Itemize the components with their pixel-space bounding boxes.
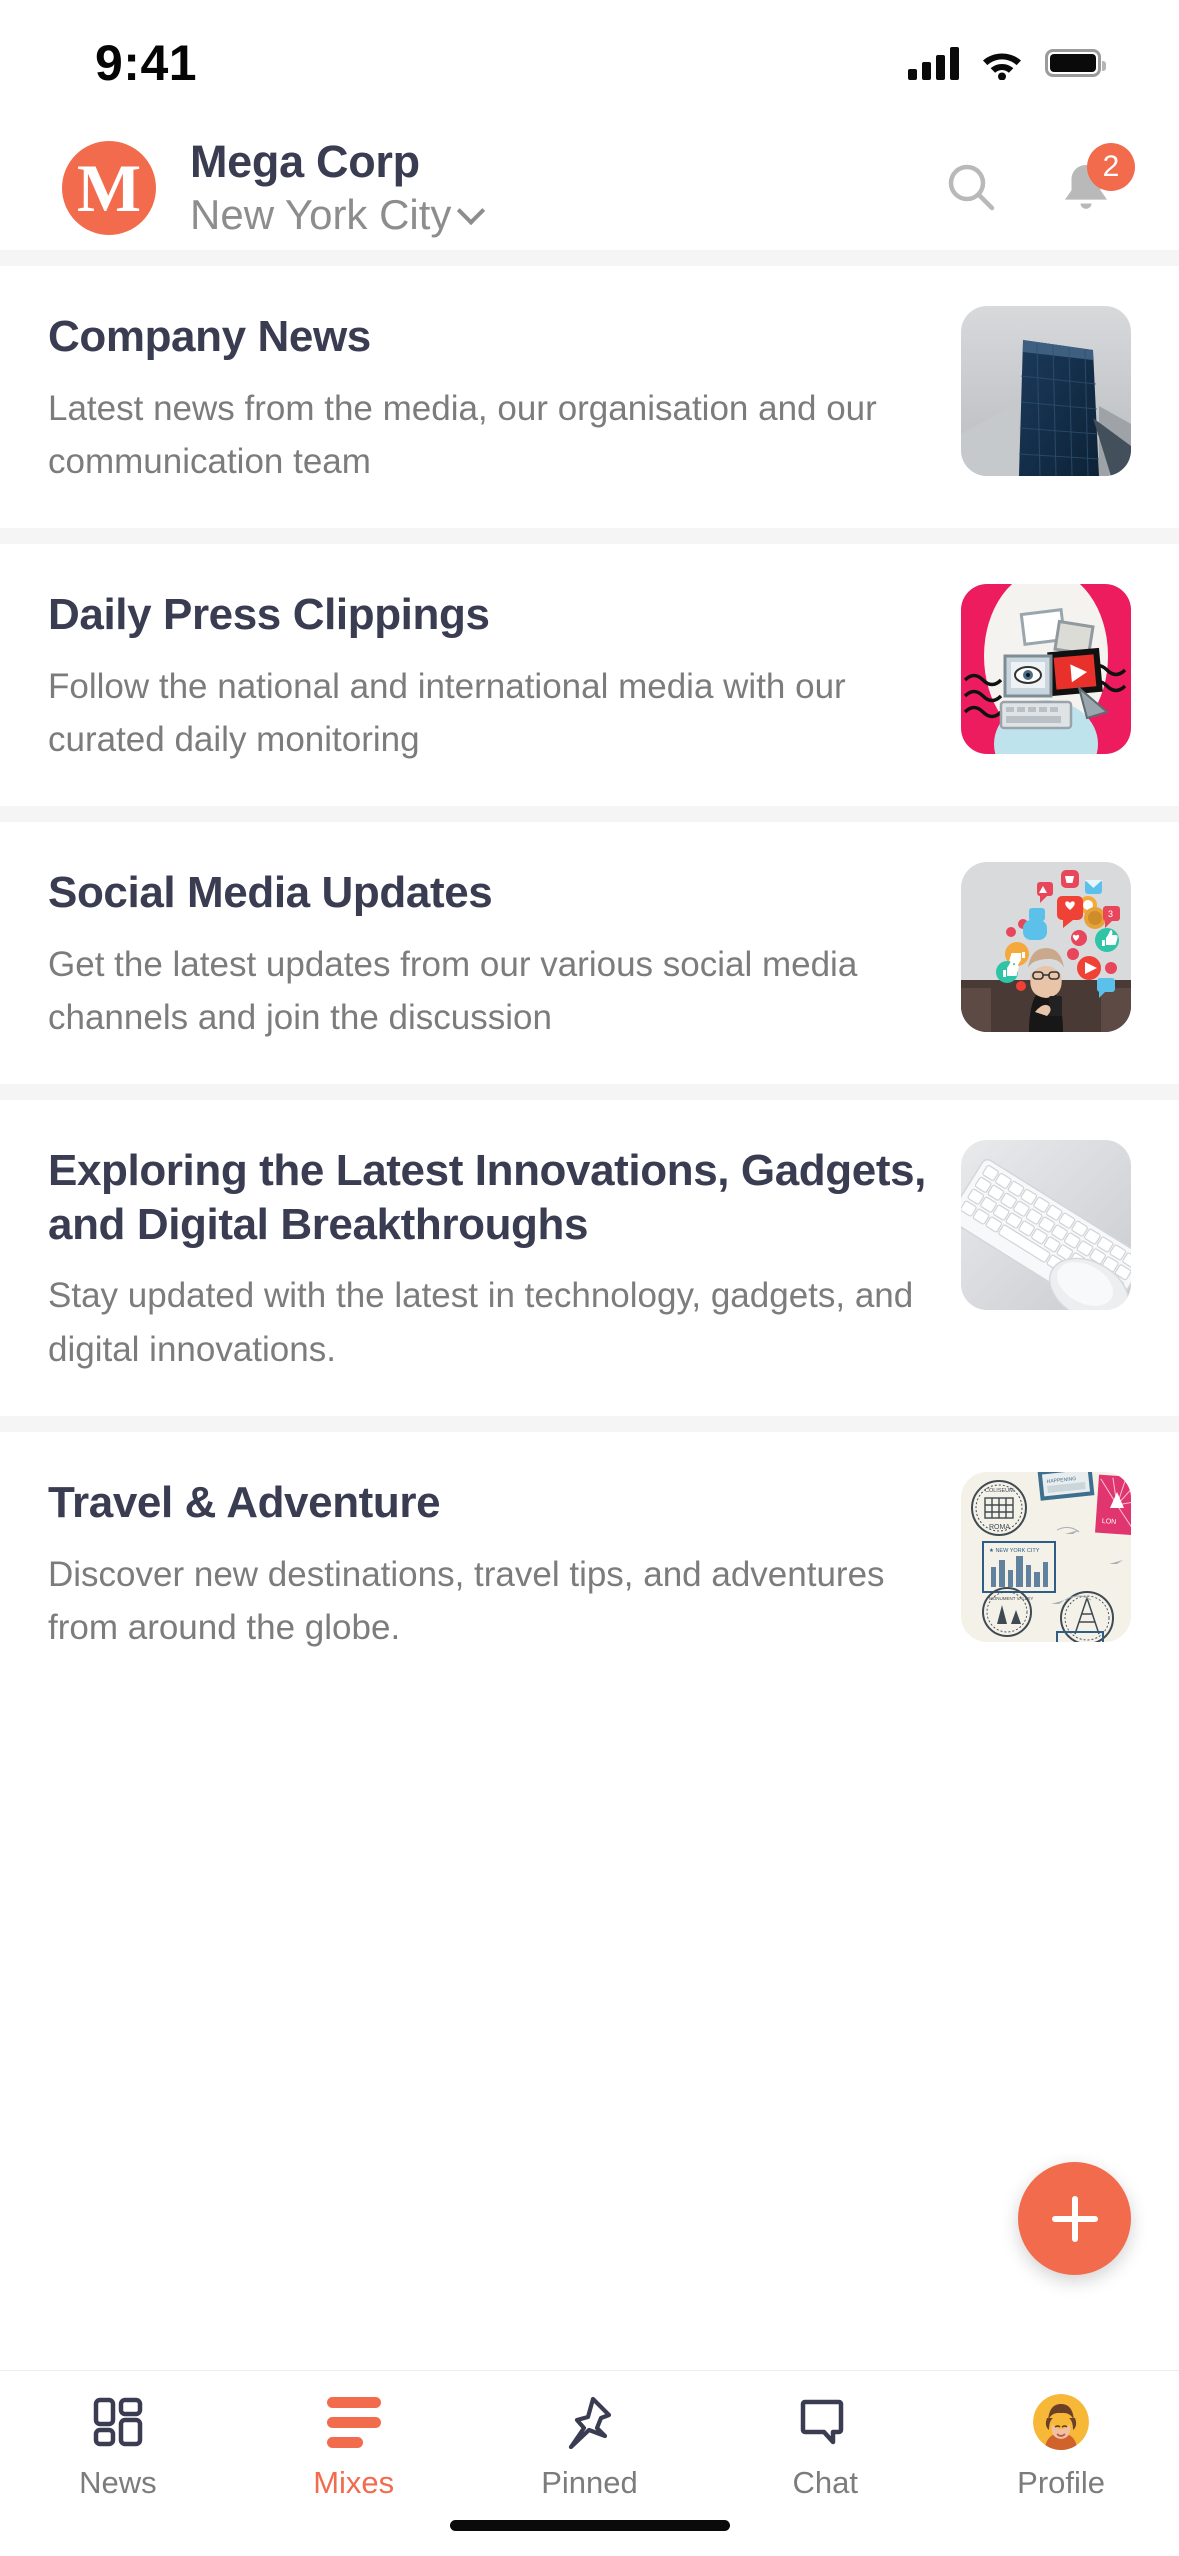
list-item-text: Company News Latest news from the media,… (48, 306, 941, 488)
battery-icon (1045, 48, 1106, 77)
list-item[interactable]: Exploring the Latest Innovations, Gadget… (0, 1100, 1179, 1416)
list-item-title: Daily Press Clippings (48, 590, 490, 640)
social-media-woman-photo: 3 (961, 862, 1131, 1033)
list-item[interactable]: Social Media Updates Get the latest upda… (0, 822, 1179, 1085)
status-bar-time: 9:41 (95, 34, 198, 91)
cellular-signal-icon (908, 46, 959, 80)
list-item-description: Stay updated with the latest in technolo… (48, 1276, 914, 1369)
grid-icon (92, 2393, 144, 2451)
tab-profile[interactable]: Profile (943, 2393, 1179, 2501)
create-fab-button[interactable] (1018, 2162, 1131, 2275)
list-item-text: Daily Press Clippings Follow the nationa… (48, 584, 941, 766)
list-item[interactable]: Company News Latest news from the media,… (0, 266, 1179, 529)
svg-text:3: 3 (1108, 909, 1113, 919)
status-bar: 9:41 (0, 0, 1179, 125)
list-item[interactable]: Travel & Adventure Discover new destinat… (0, 1431, 1179, 1694)
list-divider (0, 806, 1179, 823)
company-logo[interactable]: M (62, 140, 156, 235)
search-button[interactable] (941, 157, 1003, 219)
keyboard-photo (961, 1140, 1131, 1311)
svg-text:LON: LON (1102, 1518, 1117, 1526)
press-collage-photo (961, 584, 1131, 755)
home-indicator-area (0, 2494, 1179, 2556)
status-bar-indicators (908, 46, 1106, 80)
svg-text:ROMA: ROMA (989, 1524, 1010, 1531)
location-selector[interactable]: New York City (190, 191, 941, 239)
notifications-button[interactable]: 2 (1055, 142, 1135, 219)
svg-text:COLISEUM: COLISEUM (985, 1488, 1014, 1494)
avatar (1033, 2394, 1090, 2450)
page-title: Mega Corp (190, 135, 420, 187)
tab-mixes[interactable]: Mixes (236, 2393, 472, 2501)
tab-news[interactable]: News (0, 2393, 236, 2501)
list-item[interactable]: Daily Press Clippings Follow the nationa… (0, 544, 1179, 807)
list-divider (0, 250, 1179, 266)
search-icon (948, 164, 995, 210)
list-item-description: Discover new destinations, travel tips, … (48, 1554, 885, 1647)
list-item-title: Exploring the Latest Innovations, Gadget… (48, 1146, 926, 1249)
travel-stamps-photo: HAPPENING LON COLISEUM ROMA ★ NEW YORK C… (961, 1471, 1131, 1642)
list-item-text: Travel & Adventure Discover new destinat… (48, 1472, 941, 1654)
list-item-text: Exploring the Latest Innovations, Gadget… (48, 1140, 941, 1376)
list-item-title: Travel & Adventure (48, 1477, 441, 1527)
app-screen: 9:41 M Mega Corp New York City 2 Company… (0, 0, 1179, 2556)
list-divider (0, 1415, 1179, 1432)
svg-text:★ NEW YORK CITY: ★ NEW YORK CITY (989, 1547, 1040, 1554)
app-header: M Mega Corp New York City 2 (0, 125, 1179, 250)
brand-block: Mega Corp New York City (190, 137, 941, 239)
skyscraper-photo (961, 306, 1131, 476)
list-item-text: Social Media Updates Get the latest upda… (48, 862, 941, 1044)
pin-icon (563, 2393, 615, 2451)
list-item-description: Latest news from the media, our organisa… (48, 388, 877, 481)
mixes-list[interactable]: Company News Latest news from the media,… (0, 250, 1179, 2370)
tab-chat[interactable]: Chat (707, 2393, 943, 2501)
list-item-description: Get the latest updates from our various … (48, 944, 858, 1037)
list-divider (0, 1084, 1179, 1101)
list-item-title: Social Media Updates (48, 868, 493, 918)
list-divider (0, 528, 1179, 545)
chat-bubble-icon (799, 2393, 851, 2451)
home-indicator[interactable] (449, 2519, 730, 2531)
tab-pinned[interactable]: Pinned (472, 2393, 708, 2501)
list-item-title: Company News (48, 312, 371, 361)
svg-text:MONUMENT VALLEY: MONUMENT VALLEY (989, 1596, 1033, 1601)
list-item-description: Follow the national and international me… (48, 666, 846, 759)
header-actions: 2 (941, 142, 1135, 219)
mixes-bars-icon (326, 2393, 381, 2451)
chevron-down-icon (457, 197, 486, 226)
location-label: New York City (190, 191, 452, 239)
notification-badge: 2 (1087, 142, 1135, 191)
wifi-icon (983, 53, 1021, 80)
